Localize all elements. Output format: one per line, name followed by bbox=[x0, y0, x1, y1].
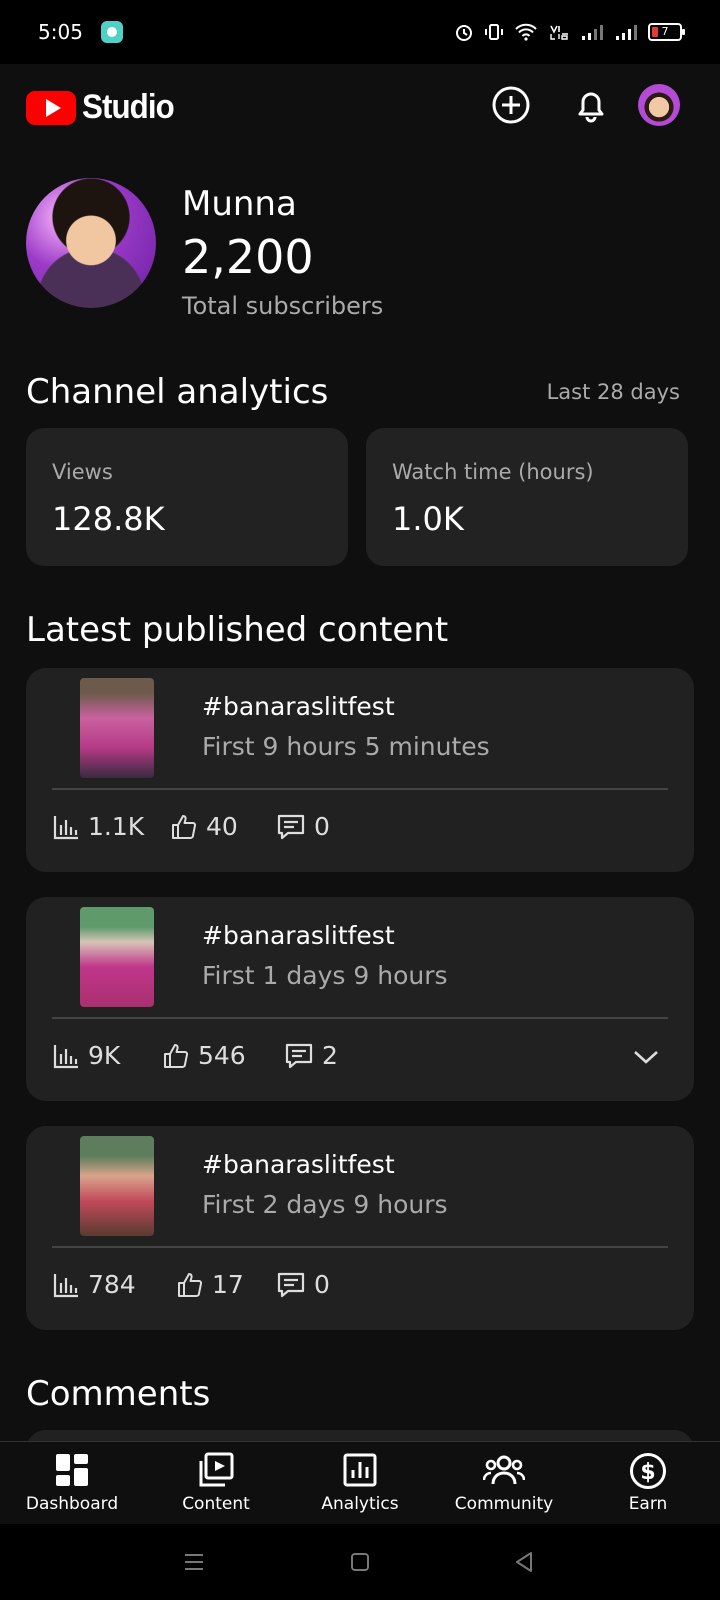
community-icon bbox=[483, 1455, 525, 1485]
app-name: Studio bbox=[82, 88, 175, 126]
video-title: #banaraslitfest bbox=[202, 921, 395, 950]
status-icons: 7 bbox=[454, 22, 685, 42]
comments-count: 0 bbox=[314, 1270, 330, 1299]
watch-time-card[interactable]: Watch time (hours) 1.0K bbox=[366, 428, 688, 566]
subscriber-label: Total subscribers bbox=[182, 292, 384, 320]
watch-time-label: Watch time (hours) bbox=[392, 460, 594, 484]
bottom-nav: Dashboard Content Analytics Community $ bbox=[0, 1441, 720, 1524]
divider bbox=[52, 788, 668, 790]
nav-label: Content bbox=[182, 1494, 250, 1514]
content-card[interactable]: #banaraslitfest First 1 days 9 hours 9K … bbox=[26, 897, 694, 1101]
status-time: 5:05 bbox=[38, 20, 83, 44]
divider bbox=[52, 1017, 668, 1019]
comment-icon bbox=[277, 814, 305, 839]
nav-label: Analytics bbox=[321, 1494, 399, 1514]
nav-earn[interactable]: $ Earn bbox=[576, 1442, 720, 1525]
comments-metric: 0 bbox=[276, 812, 330, 841]
home-icon[interactable] bbox=[348, 1550, 372, 1574]
comment-icon bbox=[285, 1043, 313, 1068]
chevron-down-icon[interactable] bbox=[632, 1047, 660, 1067]
views-metric: 9K bbox=[52, 1041, 120, 1070]
bar-chart-icon bbox=[53, 1044, 78, 1068]
status-bar: 5:05 7 bbox=[0, 0, 720, 64]
svg-text:$: $ bbox=[640, 1460, 655, 1485]
subscriber-count: 2,200 bbox=[182, 230, 314, 284]
comments-metric: 0 bbox=[276, 1270, 330, 1299]
bar-chart-icon bbox=[53, 1273, 78, 1297]
studio-logo[interactable]: Studio bbox=[26, 88, 182, 127]
watch-time-value: 1.0K bbox=[392, 500, 464, 538]
nav-dashboard[interactable]: Dashboard bbox=[0, 1442, 144, 1525]
latest-content-title: Latest published content bbox=[26, 610, 449, 650]
vibrate-icon bbox=[485, 24, 503, 40]
channel-name: Munna bbox=[182, 184, 297, 224]
analytics-icon bbox=[343, 1453, 377, 1487]
nav-label: Community bbox=[454, 1494, 554, 1514]
views-metric: 784 bbox=[52, 1270, 136, 1299]
thumb-up-icon bbox=[172, 814, 197, 839]
comment-icon bbox=[277, 1272, 305, 1297]
content-card[interactable]: #banaraslitfest First 2 days 9 hours 784… bbox=[26, 1126, 694, 1330]
views-value: 128.8K bbox=[52, 500, 165, 538]
wifi-icon bbox=[515, 23, 537, 41]
comments-title: Comments bbox=[26, 1374, 211, 1414]
video-thumbnail[interactable] bbox=[80, 678, 154, 778]
youtube-play-icon bbox=[26, 90, 76, 125]
notifications-bell-icon[interactable] bbox=[570, 84, 612, 126]
nav-content[interactable]: Content bbox=[144, 1442, 288, 1525]
views-count: 9K bbox=[88, 1041, 121, 1070]
likes-metric: 546 bbox=[162, 1041, 246, 1070]
app-header: Studio bbox=[0, 64, 720, 148]
channel-profile: Munna 2,200 Total subscribers bbox=[26, 178, 694, 328]
views-label: Views bbox=[52, 460, 113, 484]
alarm-icon bbox=[456, 25, 472, 41]
nav-label: Dashboard bbox=[25, 1494, 119, 1514]
likes-metric: 40 bbox=[170, 812, 238, 841]
notification-app-icon bbox=[100, 21, 123, 43]
likes-count: 40 bbox=[206, 812, 238, 841]
comments-metric: 2 bbox=[284, 1041, 338, 1070]
video-period: First 9 hours 5 minutes bbox=[202, 732, 490, 761]
nav-analytics[interactable]: Analytics bbox=[288, 1442, 432, 1525]
comments-count: 2 bbox=[322, 1041, 338, 1070]
thumb-up-icon bbox=[178, 1272, 203, 1297]
bar-chart-icon bbox=[53, 815, 78, 839]
views-card[interactable]: Views 128.8K bbox=[26, 428, 348, 566]
likes-count: 17 bbox=[212, 1270, 244, 1299]
comments-count: 0 bbox=[314, 812, 330, 841]
views-metric: 1.1K bbox=[52, 812, 144, 841]
battery-icon: 7 bbox=[648, 23, 685, 41]
video-period: First 2 days 9 hours bbox=[202, 1190, 448, 1219]
account-avatar[interactable] bbox=[638, 84, 680, 126]
video-thumbnail[interactable] bbox=[80, 907, 154, 1007]
channel-avatar[interactable] bbox=[26, 178, 156, 308]
nav-label: Earn bbox=[628, 1494, 668, 1514]
video-title: #banaraslitfest bbox=[202, 1150, 395, 1179]
signal-icon-2 bbox=[616, 25, 637, 40]
earn-icon: $ bbox=[630, 1453, 666, 1489]
views-count: 784 bbox=[88, 1270, 136, 1299]
system-nav-bar bbox=[0, 1524, 720, 1600]
back-icon[interactable] bbox=[512, 1550, 536, 1574]
channel-analytics-title: Channel analytics bbox=[26, 372, 329, 412]
signal-icon-1 bbox=[582, 25, 603, 40]
volte-icon bbox=[550, 25, 568, 40]
recents-icon[interactable] bbox=[182, 1550, 206, 1574]
divider bbox=[52, 1246, 668, 1248]
video-thumbnail[interactable] bbox=[80, 1136, 154, 1236]
likes-count: 546 bbox=[198, 1041, 246, 1070]
content-card[interactable]: #banaraslitfest First 9 hours 5 minutes … bbox=[26, 668, 694, 872]
likes-metric: 17 bbox=[176, 1270, 244, 1299]
thumb-up-icon bbox=[164, 1043, 189, 1068]
nav-community[interactable]: Community bbox=[432, 1442, 576, 1525]
content-icon bbox=[199, 1452, 234, 1487]
views-count: 1.1K bbox=[88, 812, 145, 841]
create-icon[interactable] bbox=[490, 84, 532, 126]
battery-level: 7 bbox=[661, 25, 669, 38]
video-title: #banaraslitfest bbox=[202, 692, 395, 721]
analytics-period: Last 28 days bbox=[546, 380, 680, 404]
dashboard-icon bbox=[56, 1454, 88, 1486]
video-period: First 1 days 9 hours bbox=[202, 961, 448, 990]
